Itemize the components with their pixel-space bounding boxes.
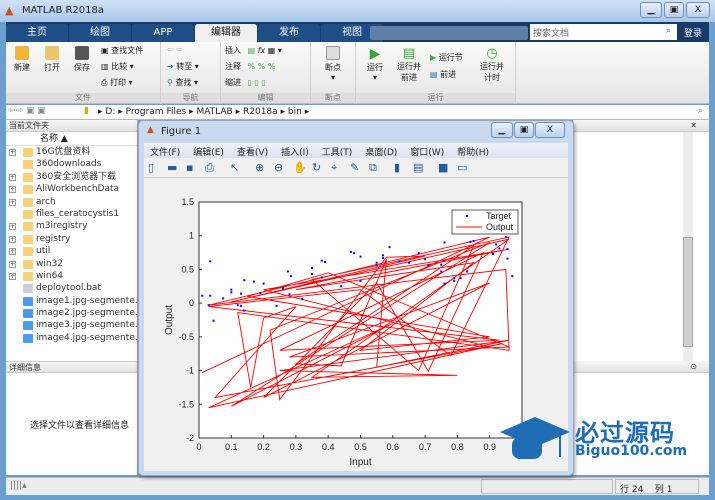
target-point xyxy=(375,261,378,264)
legend-target-marker xyxy=(466,215,468,217)
target-point xyxy=(506,248,509,251)
target-point xyxy=(311,273,314,276)
target-point xyxy=(388,246,391,249)
target-point xyxy=(320,276,323,279)
target-point xyxy=(288,293,291,296)
target-point xyxy=(359,255,362,258)
target-point xyxy=(440,270,443,273)
y-tick-label: -0.5 xyxy=(178,332,194,342)
target-point xyxy=(459,277,462,280)
y-tick-label: -2 xyxy=(186,433,194,443)
target-point xyxy=(382,254,385,257)
target-point xyxy=(207,304,210,307)
target-point xyxy=(498,247,501,250)
target-point xyxy=(427,264,430,267)
target-point xyxy=(281,287,284,290)
target-point xyxy=(239,292,242,295)
target-point xyxy=(286,270,289,273)
target-point xyxy=(259,292,262,295)
target-point xyxy=(301,298,304,301)
graduation-cap-icon xyxy=(500,417,570,459)
x-tick-label: 0.9 xyxy=(483,442,496,452)
target-point xyxy=(443,282,446,285)
target-point xyxy=(443,241,446,244)
target-point xyxy=(239,304,242,307)
target-point xyxy=(311,267,314,270)
x-tick-label: 0.3 xyxy=(290,442,303,452)
target-point xyxy=(236,304,239,307)
target-point xyxy=(472,240,475,243)
y-axis-label: Output xyxy=(164,305,175,335)
target-point xyxy=(469,240,472,243)
x-axis-label: Input xyxy=(349,457,371,468)
target-point xyxy=(243,309,246,312)
target-point xyxy=(353,252,356,255)
target-point xyxy=(466,270,469,273)
target-point xyxy=(511,275,514,278)
target-point xyxy=(320,259,323,262)
legend-output-label: Output xyxy=(486,222,514,232)
target-point xyxy=(417,252,420,255)
target-point xyxy=(359,279,362,282)
watermark-logo xyxy=(500,412,570,462)
x-tick-label: 0.8 xyxy=(451,442,464,452)
target-point xyxy=(495,243,498,246)
watermark-url: Biguo100.com xyxy=(575,443,688,459)
x-tick-label: 0.4 xyxy=(322,442,335,452)
target-point xyxy=(506,257,509,260)
target-point xyxy=(252,280,255,283)
target-point xyxy=(323,261,326,264)
target-point xyxy=(243,279,246,282)
target-point xyxy=(262,282,265,285)
target-point xyxy=(349,250,352,253)
target-point xyxy=(201,294,204,297)
x-tick-label: 0.6 xyxy=(387,442,400,452)
target-point xyxy=(407,261,410,264)
y-tick-label: -1.5 xyxy=(178,399,194,409)
target-point xyxy=(275,304,278,307)
target-point xyxy=(453,277,456,280)
target-point xyxy=(382,256,385,259)
target-point xyxy=(209,260,212,263)
x-tick-label: 0.7 xyxy=(419,442,432,452)
target-point xyxy=(504,236,507,239)
target-point xyxy=(491,252,494,255)
target-point xyxy=(375,264,378,267)
target-point xyxy=(398,260,401,263)
target-point xyxy=(290,275,293,278)
x-tick-label: 0.5 xyxy=(354,442,367,452)
target-point xyxy=(424,258,427,261)
y-tick-label: -1 xyxy=(186,366,194,376)
target-point xyxy=(440,263,443,266)
y-tick-label: 0 xyxy=(189,298,194,308)
target-point xyxy=(209,294,212,297)
target-point xyxy=(453,279,456,282)
y-tick-label: 1.5 xyxy=(181,197,194,207)
y-tick-label: 1 xyxy=(189,231,194,241)
target-point xyxy=(230,291,233,294)
target-point xyxy=(222,297,225,300)
target-point xyxy=(230,288,233,291)
target-point xyxy=(340,285,343,288)
x-tick-label: 0.2 xyxy=(257,442,270,452)
legend-target-label: Target xyxy=(486,211,512,221)
target-point xyxy=(212,319,215,322)
x-tick-label: 0 xyxy=(196,442,201,452)
y-tick-label: 0.5 xyxy=(181,264,194,274)
x-tick-label: 0.1 xyxy=(225,442,238,452)
